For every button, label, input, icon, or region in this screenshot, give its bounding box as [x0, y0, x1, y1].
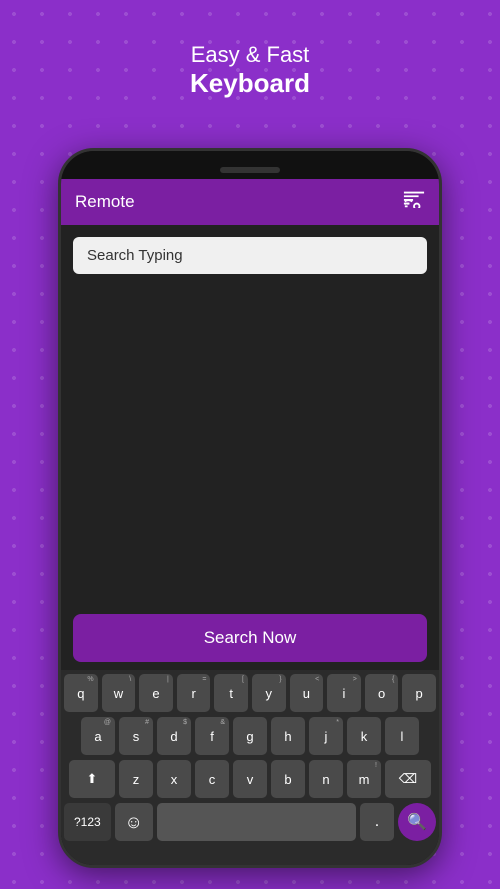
phone-inner: Remote Search Typing Search Now [61, 179, 439, 865]
search-now-button[interactable]: Search Now [73, 614, 427, 662]
key-j[interactable]: *j [309, 717, 343, 755]
app-title: Remote [75, 192, 135, 212]
key-n[interactable]: n [309, 760, 343, 798]
key-space[interactable] [157, 803, 356, 841]
key-backspace[interactable]: ⌫ [385, 760, 431, 798]
key-s[interactable]: #s [119, 717, 153, 755]
search-input-text: Search Typing [87, 247, 413, 264]
keyboard: %q \w |e =r [t }y <u >i {o p @a #s $d &f… [61, 670, 439, 865]
key-a[interactable]: @a [81, 717, 115, 755]
key-k[interactable]: k [347, 717, 381, 755]
key-p[interactable]: p [402, 674, 436, 712]
key-t[interactable]: [t [214, 674, 248, 712]
key-x[interactable]: x [157, 760, 191, 798]
key-v[interactable]: v [233, 760, 267, 798]
key-o[interactable]: {o [365, 674, 399, 712]
key-e[interactable]: |e [139, 674, 173, 712]
key-h[interactable]: h [271, 717, 305, 755]
phone-top-bar [61, 151, 439, 179]
header-title: Keyboard [0, 68, 500, 99]
key-f[interactable]: &f [195, 717, 229, 755]
key-numbers[interactable]: ?123 [64, 803, 111, 841]
key-r[interactable]: =r [177, 674, 211, 712]
key-shift[interactable]: ⬆ [69, 760, 115, 798]
key-l[interactable]: l [385, 717, 419, 755]
key-z[interactable]: z [119, 760, 153, 798]
header-subtitle: Easy & Fast [0, 42, 500, 68]
key-d[interactable]: $d [157, 717, 191, 755]
search-button-area: Search Now [61, 606, 439, 670]
search-input-container[interactable]: Search Typing [73, 237, 427, 274]
key-b[interactable]: b [271, 760, 305, 798]
phone-speaker [220, 167, 280, 173]
key-u[interactable]: <u [290, 674, 324, 712]
key-search[interactable]: 🔍 [398, 803, 436, 841]
key-c[interactable]: c [195, 760, 229, 798]
key-g[interactable]: g [233, 717, 267, 755]
phone-frame: Remote Search Typing Search Now [58, 148, 442, 868]
header: Easy & Fast Keyboard [0, 42, 500, 99]
key-period[interactable]: . [360, 803, 394, 841]
keyboard-row-3: ⬆ z x c v b n !m ⌫ [64, 760, 436, 798]
app-bar: Remote [61, 179, 439, 225]
key-emoji[interactable]: ☺ [115, 803, 153, 841]
keyboard-row-4: ?123 ☺ . 🔍 [64, 803, 436, 841]
key-i[interactable]: >i [327, 674, 361, 712]
keyboard-row-1: %q \w |e =r [t }y <u >i {o p [64, 674, 436, 712]
keyboard-row-2: @a #s $d &f g h *j k l [64, 717, 436, 755]
key-q[interactable]: %q [64, 674, 98, 712]
cast-icon[interactable] [403, 190, 425, 214]
key-m[interactable]: !m [347, 760, 381, 798]
key-y[interactable]: }y [252, 674, 286, 712]
key-w[interactable]: \w [102, 674, 136, 712]
